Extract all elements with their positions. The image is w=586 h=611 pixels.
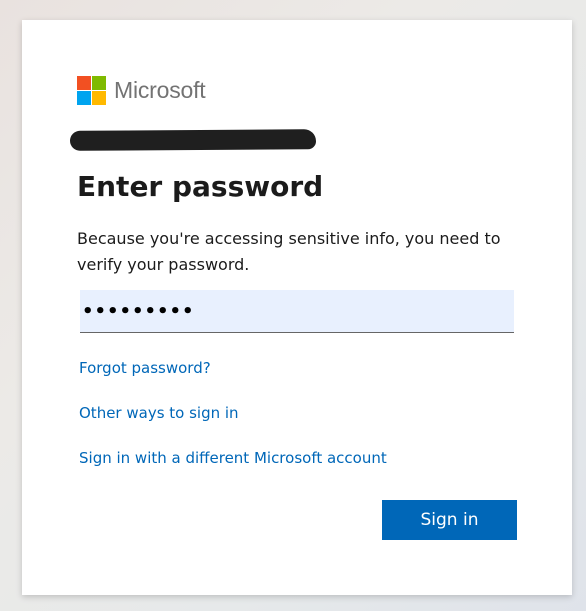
logo-square-yellow: [92, 90, 106, 105]
sign-in-card: Microsoft Enter password Because you're …: [22, 20, 572, 595]
forgot-password-link[interactable]: Forgot password?: [79, 359, 211, 377]
microsoft-windows-icon: [77, 75, 106, 105]
brand-name: Microsoft: [114, 76, 206, 103]
different-account-link[interactable]: Sign in with a different Microsoft accou…: [79, 449, 387, 467]
redacted-account-email: [69, 129, 317, 151]
password-input[interactable]: [80, 290, 514, 333]
page-title: Enter password: [77, 170, 324, 203]
logo-square-blue: [77, 90, 91, 105]
microsoft-logo: Microsoft: [77, 75, 206, 105]
logo-square-green: [92, 75, 106, 90]
other-ways-to-sign-in-link[interactable]: Other ways to sign in: [79, 404, 239, 422]
sign-in-button[interactable]: Sign in: [382, 500, 517, 540]
page-description: Because you're accessing sensitive info,…: [77, 229, 501, 274]
logo-square-red: [77, 75, 91, 90]
